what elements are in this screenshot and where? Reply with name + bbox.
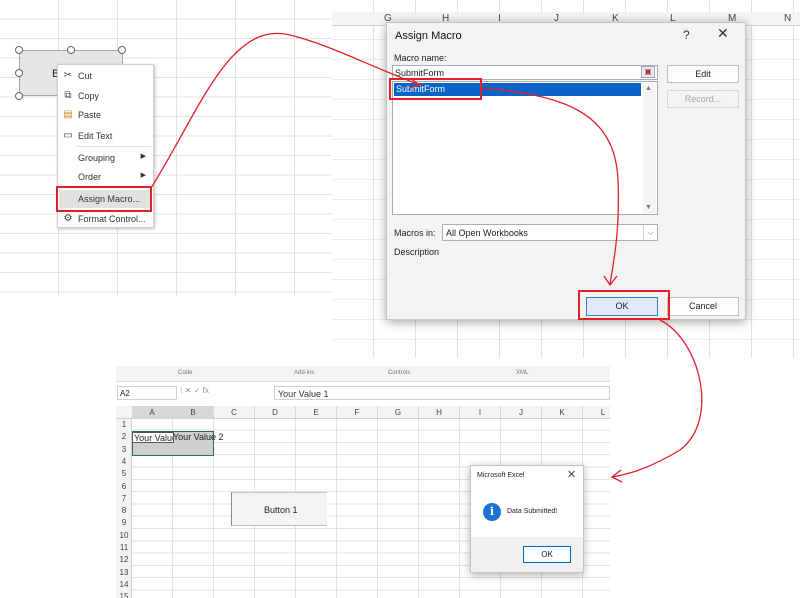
- annotation-arrows: [150, 32, 703, 483]
- arrow-to-dialog: [150, 32, 421, 189]
- arrow-to-ok: [481, 87, 620, 285]
- arrow-to-msgbox: [611, 319, 703, 478]
- tutorial-composite: B ✂ Cut ⧉ Copy ▤ Paste ▭ Edit Text Group…: [0, 0, 800, 598]
